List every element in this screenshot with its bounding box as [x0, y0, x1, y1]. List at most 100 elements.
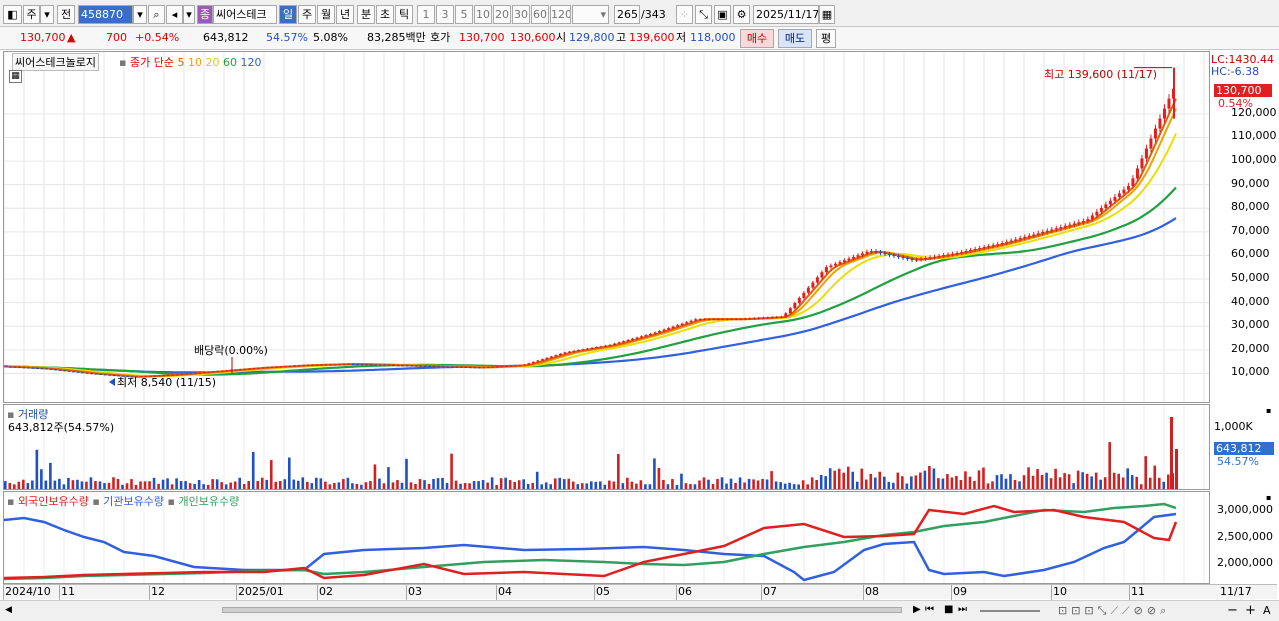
volume-bar: [112, 477, 115, 489]
speaker-icon[interactable]: ◂: [166, 5, 183, 24]
y-tick-label: 110,000: [1231, 129, 1277, 143]
gear-icon[interactable]: ⚙: [733, 5, 750, 24]
play-icon[interactable]: ▶: [913, 604, 921, 615]
candle: [256, 367, 260, 369]
draw-icon[interactable]: ⤡: [695, 5, 712, 24]
tool-icons[interactable]: ⊡⊡⊡⤡⟋⟋⊘⊘⌕: [1058, 604, 1170, 618]
scrollbar-thumb[interactable]: [222, 607, 902, 613]
calendar-icon[interactable]: ▦: [819, 5, 835, 24]
volume-bar: [481, 480, 485, 489]
forward-icon[interactable]: ⏭: [958, 604, 967, 615]
candle: [1144, 148, 1148, 159]
period-second[interactable]: 초: [376, 5, 394, 24]
period-week[interactable]: 주: [298, 5, 316, 24]
period-year[interactable]: 년: [336, 5, 354, 24]
candle: [495, 366, 499, 368]
candle: [94, 373, 98, 375]
volume-panel[interactable]: ▪ 거래량 643,812주(54.57%): [3, 404, 1210, 490]
ask-price: 130,700: [459, 31, 505, 44]
prev-button[interactable]: 전: [57, 5, 75, 24]
candle: [933, 256, 937, 258]
table-icon[interactable]: ▦: [9, 70, 22, 83]
volume-bar: [378, 478, 381, 489]
volume-bar: [928, 465, 931, 489]
volume-bar: [229, 482, 232, 489]
num-30[interactable]: 30: [512, 5, 530, 24]
num-3[interactable]: 3: [436, 5, 454, 24]
num-5[interactable]: 5: [455, 5, 473, 24]
eval-button[interactable]: 평: [816, 29, 836, 48]
price-panel[interactable]: 씨어스테크놀로지 ▪ 종가 단순 5 10 20 60 120 ▦ 최고 139…: [3, 51, 1210, 403]
candle: [1113, 197, 1117, 201]
code-dropdown-icon[interactable]: ▾: [133, 5, 147, 24]
volume-bar: [626, 477, 629, 489]
scroll-left-icon[interactable]: ◀: [5, 605, 12, 615]
x-label: 08: [865, 585, 879, 598]
num-1[interactable]: 1: [417, 5, 435, 24]
volume-bar: [454, 480, 458, 489]
zoom-in-icon[interactable]: +: [1245, 603, 1256, 618]
num-10[interactable]: 10: [474, 5, 492, 24]
candle: [76, 371, 80, 373]
chevron-down-icon[interactable]: ▾: [40, 5, 54, 24]
stop-icon[interactable]: ■: [944, 604, 953, 615]
candle: [901, 257, 905, 259]
zoom-out-icon[interactable]: −: [1227, 603, 1238, 618]
num-60[interactable]: 60: [531, 5, 549, 24]
candle: [81, 372, 85, 374]
volume-bar: [62, 484, 66, 489]
save-icon[interactable]: ▣: [714, 5, 731, 24]
chart-icon[interactable]: ⁘: [676, 5, 693, 24]
candle: [477, 367, 481, 369]
stock-code-input[interactable]: 458870: [78, 5, 133, 24]
candle: [1149, 138, 1153, 149]
volume-bar: [499, 478, 503, 489]
minimize-icon[interactable]: ▪: [1266, 493, 1271, 502]
candle: [676, 325, 680, 327]
candle: [595, 347, 599, 349]
period-tick[interactable]: 틱: [395, 5, 413, 24]
volume-bar: [585, 483, 589, 489]
window-icon[interactable]: ◧: [3, 5, 22, 24]
volume-chart[interactable]: [4, 405, 1209, 489]
volume-bar: [76, 479, 79, 489]
market-prefix[interactable]: 주: [23, 5, 40, 24]
candle: [473, 367, 477, 369]
candle: [761, 317, 765, 319]
volume-bar: [842, 472, 846, 489]
holdings-panel[interactable]: ▪ 외국인보유수량 ▪ 기관보유수량 ▪ 개인보유수량: [3, 491, 1210, 584]
volume-bar: [1090, 476, 1093, 489]
volume-bar: [562, 479, 566, 489]
candle: [892, 255, 896, 257]
candle: [342, 364, 346, 366]
volume-bar: [702, 477, 706, 489]
search-icon[interactable]: ⌕: [148, 5, 165, 24]
price-chart[interactable]: [4, 52, 1209, 402]
stock-name[interactable]: 씨어스테크: [213, 5, 277, 24]
font-icon[interactable]: A: [1263, 604, 1271, 617]
interval-dropdown[interactable]: ▾: [572, 5, 609, 24]
num-20[interactable]: 20: [493, 5, 511, 24]
buy-button[interactable]: 매수: [740, 29, 774, 48]
candle: [320, 364, 324, 366]
sell-button[interactable]: 매도: [778, 29, 812, 48]
volume-bar: [179, 481, 183, 489]
rewind-icon[interactable]: ⏮: [925, 604, 934, 615]
main-toolbar: ◧ 주 ▾ 전 458870 ▾ ⌕ ◂ ▾ 종 씨어스테크 일 주 월 년 분…: [0, 0, 1279, 27]
candle: [919, 258, 923, 260]
period-month[interactable]: 월: [317, 5, 335, 24]
period-day[interactable]: 일: [279, 5, 297, 24]
volume-bar: [535, 471, 539, 489]
turnover: 5.08%: [313, 31, 348, 44]
chevron-down-icon[interactable]: ▾: [183, 5, 195, 24]
period-minute[interactable]: 분: [357, 5, 375, 24]
num-120[interactable]: 120: [550, 5, 571, 24]
minimize-icon[interactable]: ▪: [1266, 406, 1271, 415]
count-input[interactable]: 265: [614, 5, 640, 24]
date-input[interactable]: 2025/11/17: [753, 5, 819, 24]
zoom-slider[interactable]: [980, 610, 1040, 612]
candle: [613, 343, 617, 345]
volume-bar: [526, 484, 530, 489]
legend-ma20: 20: [205, 56, 220, 69]
candle: [739, 319, 743, 321]
